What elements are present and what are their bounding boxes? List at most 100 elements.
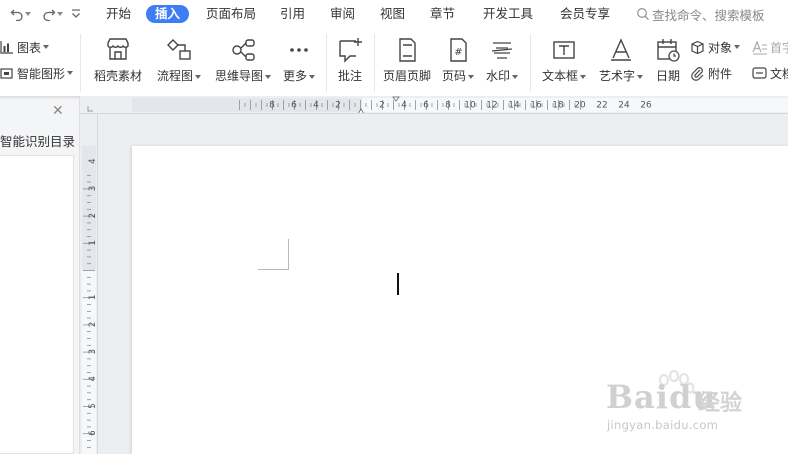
flowchart-button[interactable]: 流程图 [154,36,204,84]
object-button[interactable]: 对象 [690,38,741,56]
ruler-label: 4 [88,376,98,381]
tab-chapter[interactable]: 章节 [430,5,455,23]
menu-bar: 开始 插入 页面布局 引用 审阅 视图 章节 开发工具 会员专享 查找命令、搜索… [0,0,788,28]
chevron-down-icon [57,12,63,16]
paperclip-icon [691,66,704,81]
ribbon-separator [326,34,327,92]
ruler-label: 10 [464,101,476,111]
chevron-down-icon [265,74,271,79]
store-icon [104,36,132,64]
search-icon [637,8,649,20]
ruler-label: 20 [574,101,586,111]
textbox-button[interactable]: 文本框 [540,36,588,84]
chevron-down-icon [195,74,201,79]
chevron-down-icon [25,12,31,16]
ruler-label: 1 [88,294,98,299]
chart-button[interactable]: 图表 [0,38,50,56]
tab-member[interactable]: 会员专享 [560,5,610,23]
daoke-material-button[interactable]: 稻壳素材 [92,36,144,84]
mindmap-icon [229,36,257,64]
ruler-label: 2 [88,322,98,327]
ruler-label: 8 [269,101,275,111]
chevron-down-icon [468,74,474,79]
wordart-icon [607,36,635,64]
textbox-icon [550,36,578,64]
tab-insert[interactable]: 插入 [146,5,190,23]
ruler-label: 1 [88,240,98,245]
text-cursor [397,273,399,295]
header-footer-button[interactable]: 页眉页脚 [382,36,432,84]
more-button[interactable]: 更多 [280,36,318,84]
document-part-icon [752,66,767,79]
quick-access-menu-button[interactable] [70,6,82,22]
ruler-label: 2 [88,213,98,218]
tab-view[interactable]: 视图 [380,5,405,23]
ruler-label: 18 [552,101,564,111]
ruler-label: 3 [88,349,98,354]
ribbon-separator [530,34,531,92]
wordart-button[interactable]: 艺术字 [596,36,646,84]
search-placeholder: 查找命令、搜索模板 [652,7,765,23]
date-button[interactable]: 日期 [652,36,684,84]
ruler-label: 3 [88,186,98,191]
dropcap-icon [752,39,767,55]
ruler-tab-selector[interactable] [87,106,93,112]
tab-references[interactable]: 引用 [280,5,305,23]
ruler-label: 4 [401,101,407,111]
watermark-brand-cn: 经验 [698,391,743,416]
toc-list[interactable] [0,155,74,454]
chevron-down-icon [637,74,643,79]
ruler-label: 14 [508,101,520,111]
tab-review[interactable]: 审阅 [330,5,355,23]
smart-shape-button[interactable]: 智能图形 [0,64,74,82]
ruler-label: 8 [445,101,451,111]
ruler-label: 2 [379,101,385,111]
document-part-button[interactable]: 文档 [752,64,788,82]
ruler-label: 6 [291,101,297,111]
horizontal-ruler[interactable]: 8 6 4 2 2 4 6 8 10 12 14 16 18 20 22 24 26 [80,96,788,114]
chevron-down-icon [580,74,586,79]
page-margin-corner-mark [258,239,289,270]
command-search[interactable]: 查找命令、搜索模板 [636,5,765,23]
chevron-down-icon [734,45,741,49]
ruler-label: 4 [313,101,319,111]
undo-button[interactable] [10,6,31,22]
vertical-ruler[interactable]: 4 3 2 1 1 2 3 4 5 6 [80,114,98,454]
chevron-down-icon [43,45,50,49]
ribbon-separator [80,34,81,92]
ruler-label: 22 [596,101,607,111]
tab-developer[interactable]: 开发工具 [483,5,533,23]
calendar-icon [654,36,682,64]
tab-page-layout[interactable]: 页面布局 [206,5,256,23]
close-icon[interactable]: ✕ [52,104,64,118]
watermark-button[interactable]: 水印 [484,36,520,84]
tab-home[interactable]: 开始 [106,5,131,23]
flowchart-icon [165,36,193,64]
chevron-down-icon [67,71,74,75]
page-number-button[interactable]: # 页码 [440,36,476,84]
redo-button[interactable] [42,6,63,22]
ruler-label: 24 [618,101,630,111]
svg-text:#: # [454,47,462,58]
object-icon [691,40,704,54]
ruler-label: 6 [423,101,429,111]
watermark-url: jingyan.baidu.com [607,418,719,432]
page-number-icon: # [444,36,472,64]
ruler-label: 26 [640,101,652,111]
watermark-icon [488,36,516,64]
undo-icon [10,9,23,21]
chevron-down-icon [309,74,315,79]
chevron-down-icon [512,74,518,79]
comment-icon [336,36,364,64]
mindmap-button[interactable]: 思维导图 [212,36,274,84]
ruler-label: 2 [335,101,341,111]
dropcap-button[interactable]: 首字 [752,38,788,56]
ruler-label: 12 [486,101,497,111]
attachment-button[interactable]: 附件 [690,64,732,82]
ribbon-insert: 图表 智能图形 稻壳素材 流程图 思维导图 更多 批注 页眉页脚 # 页码 水印… [0,28,788,96]
comment-button[interactable]: 批注 [334,36,366,84]
ruler-label: 5 [88,403,98,408]
ruler-label: 4 [88,158,98,163]
ruler-label: 16 [530,101,542,111]
customize-chevron-icon [72,9,80,18]
